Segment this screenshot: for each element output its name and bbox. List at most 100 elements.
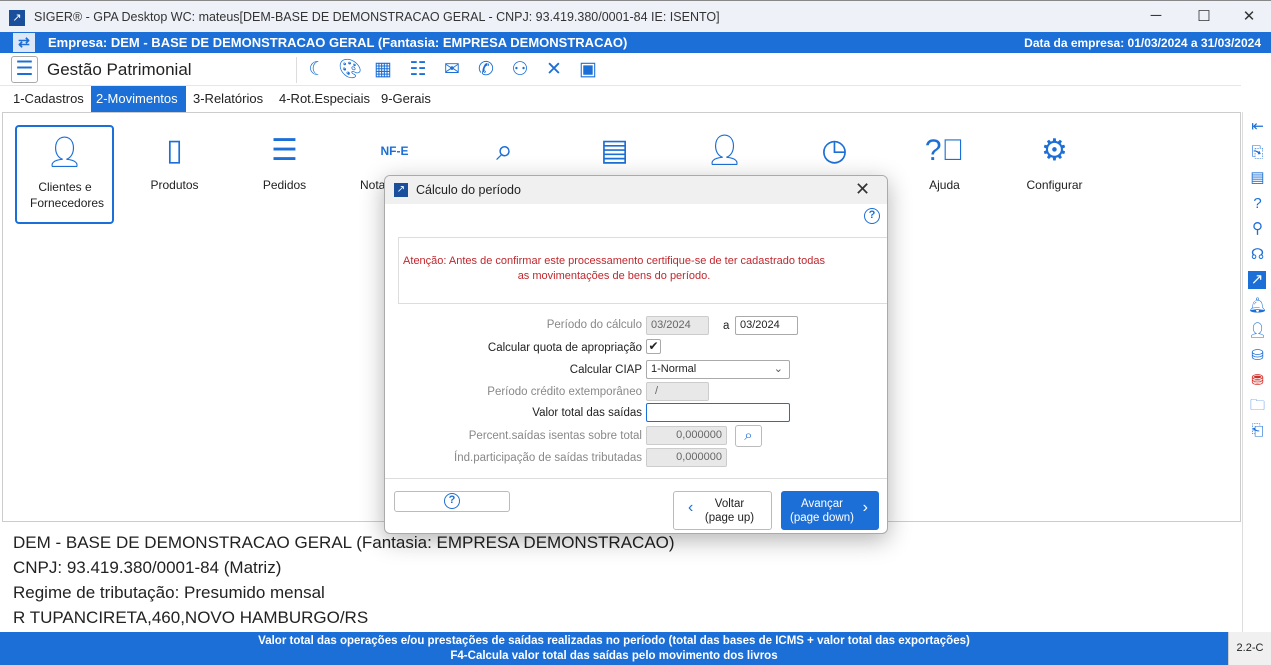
right-sidebar: ⇤ ⎘ ▤ ? ⚲ ☊ ↗ 🔔︎ 👤︎ ⛁ ⛃ 🗀 ⎗ [1242,112,1271,632]
ciap-select[interactable]: 1-Normal ⌄ [646,360,790,379]
divider [296,57,297,83]
warning-line-1: Atenção: Antes de confirmar este process… [403,255,825,267]
palette-icon[interactable]: 🎨︎ [337,58,363,82]
dialog-header: ↗ Cálculo do período ✕ [385,176,887,204]
person-icon: 👤︎ [45,136,84,169]
user-check-icon[interactable]: ⚲ [1243,216,1271,241]
periodo-to-field[interactable]: 03/2024 [735,316,798,335]
ciap-label: Calcular CIAP [569,364,642,376]
quota-label: Calcular quota de apropriação [487,342,642,354]
menu-movimentos[interactable]: 2-Movimentos [91,86,186,112]
window-title: SIGER® - GPA Desktop WC: mateus[DEM-BASE… [34,10,720,24]
calendar-clock-icon: ◷ [821,134,848,167]
gear-icon: ⚙ [1041,134,1068,167]
menu-gerais[interactable]: 9-Gerais [376,86,436,112]
phone-icon[interactable]: ✆ [473,58,499,82]
ind-label: Índ.participação de saídas tributadas [454,452,642,464]
warning-box: Atenção: Antes de confirmar este process… [398,237,887,304]
calculo-periodo-dialog: ↗ Cálculo do período ✕ ? Atenção: Antes … [384,175,888,534]
status-line-2: F4-Calcula valor total das saídas pelo m… [450,650,778,662]
user-icon[interactable]: 👤︎ [1243,318,1271,343]
help-icon: ?⃝ [924,134,965,167]
company-info-regime: Regime de tributação: Presumido mensal [13,583,325,602]
periodo-from-field: 03/2024 [646,316,709,335]
extemp-label: Período crédito extemporâneo [487,386,642,398]
menu-rot-especiais[interactable]: 4-Rot.Especiais [274,86,375,112]
avancar-button[interactable]: Avançar (page down) › [781,491,879,530]
box-search-icon: ⌕ [496,134,513,167]
app-icon: ↗ [9,10,25,26]
moon-icon[interactable]: ☾ [304,58,330,82]
hamburger-menu-icon[interactable]: ☰ [11,56,38,83]
status-bar: Valor total das operações e/ou prestaçõe… [0,632,1228,665]
valor-total-saidas-input[interactable] [646,403,790,422]
extemp-field: / [646,382,709,401]
code-file-icon[interactable]: ⎗ [1243,418,1271,443]
dialog-footer [385,478,887,479]
menu-relatorios[interactable]: 3-Relatórios [188,86,268,112]
ind-field: 0,000000 [646,448,727,467]
news-icon[interactable]: ▤ [1243,165,1271,190]
list-icon: ☰ [271,134,298,167]
module-title: Gestão Patrimonial [47,60,192,79]
chevron-right-icon: › [862,499,868,516]
help-button[interactable]: ? [394,491,510,512]
briefcase-icon[interactable]: ▣ [575,58,601,82]
dialog-close-button[interactable]: ✕ [855,179,870,200]
status-line-1: Valor total das operações e/ou prestaçõe… [258,635,970,647]
company-bar: ⇄ Empresa: DEM - BASE DE DEMONSTRACAO GE… [0,32,1271,53]
menu-cadastros[interactable]: 1-Cadastros [8,86,89,112]
mail-icon[interactable]: ✉ [439,58,465,82]
database-icon[interactable]: ⛁ [1243,343,1271,368]
maximize-button[interactable]: ☐ [1189,7,1219,27]
employee-icon: 👤︎ [705,134,744,167]
periodo-label: Período do cálculo [546,319,642,331]
coins-icon[interactable]: ⛃ [1243,368,1271,393]
help-icon: ? [444,493,460,509]
close-button[interactable]: ✕ [1234,7,1264,27]
chevron-left-icon: ‹ [688,499,694,516]
chevron-down-icon: ⌄ [773,363,783,375]
dialog-title: Cálculo do período [416,183,521,197]
warning-line-2: as movimentações de bens do período. [517,270,711,282]
users-icon[interactable]: ⚇ [507,58,533,82]
tile-pedidos[interactable]: ☰ Pedidos [235,125,334,224]
tools-icon[interactable]: ✕ [541,58,567,82]
percent-label: Percent.saídas isentas sobre total [468,430,642,442]
bell-icon[interactable]: 🔔︎ [1243,293,1271,318]
search-icon[interactable]: ⌕ [735,425,762,447]
scroll-icon[interactable]: ⎘ [1243,140,1271,165]
version-label: 2.2-C [1228,632,1271,665]
tile-configurar[interactable]: ⚙ Configurar [1005,125,1104,224]
company-info-cnpj: CNPJ: 93.419.380/0001-84 (Matriz) [13,558,282,577]
headset-icon[interactable]: ☊ [1243,242,1271,267]
quota-checkbox[interactable]: ✔ [646,339,661,354]
nfe-icon: NF-E [380,144,409,158]
minimize-button[interactable]: ─ [1141,7,1171,27]
help-icon[interactable]: ? [864,208,880,224]
calculator-icon[interactable]: ▦ [370,58,396,82]
tile-clientes-fornecedores[interactable]: 👤︎ Clientes e Fornecedores [15,125,114,224]
company-name: Empresa: DEM - BASE DE DEMONSTRACAO GERA… [48,35,628,50]
folder-icon[interactable]: 🗀 [1243,393,1271,418]
app-icon: ↗ [394,183,408,197]
tile-ajuda[interactable]: ?⃝ Ajuda [895,125,994,224]
help-icon[interactable]: ? [1243,191,1271,216]
calendar-icon[interactable]: ☷ [405,58,431,82]
app-shortcut-icon[interactable]: ↗ [1248,271,1266,289]
company-info-address: R TUPANCIRETA,460,NOVO HAMBURGO/RS [13,608,369,627]
collapse-icon[interactable]: ⇤ [1243,114,1271,139]
percent-field: 0,000000 [646,426,727,445]
main-menu: 1-Cadastros 2-Movimentos 3-Relatórios 4-… [0,86,1241,112]
valor-label: Valor total das saídas [532,407,642,419]
bottle-icon: ▯ [166,134,183,167]
window-titlebar: ↗ SIGER® - GPA Desktop WC: mateus[DEM-BA… [0,0,1271,32]
company-info: DEM - BASE DE DEMONSTRACAO GERAL (Fantas… [13,530,675,630]
periodo-separator: a [723,320,730,332]
voltar-button[interactable]: ‹ Voltar (page up) [673,491,772,530]
toolbar: ☰ Gestão Patrimonial ☾ 🎨︎ ▦ ☷ ✉ ✆ ⚇ ✕ ▣ [0,53,1241,86]
switch-company-icon[interactable]: ⇄ [13,33,35,52]
company-date: Data da empresa: 01/03/2024 a 31/03/2024 [1024,36,1261,50]
tile-produtos[interactable]: ▯ Produtos [125,125,224,224]
document-icon: ▤ [600,134,629,167]
